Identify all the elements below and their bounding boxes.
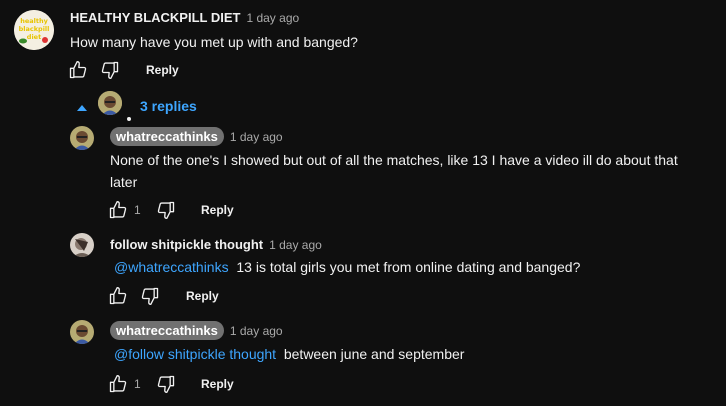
- person-avatar-icon: [70, 126, 94, 150]
- like-button[interactable]: [68, 60, 88, 80]
- avatar[interactable]: healthy blackpill diet: [14, 10, 54, 50]
- comment-text-body: 13 is total girls you met from online da…: [236, 259, 581, 275]
- avatar[interactable]: [70, 126, 94, 150]
- thumbs-down-icon: [157, 375, 175, 393]
- creator-author-badge[interactable]: whatreccathinks: [110, 127, 224, 146]
- thumbs-down-icon: [141, 287, 159, 305]
- person-avatar-icon: [70, 233, 94, 257]
- creator-author-badge[interactable]: whatreccathinks: [110, 321, 224, 340]
- person-avatar-icon: [98, 91, 122, 115]
- thumbs-up-icon: [109, 201, 127, 219]
- dislike-button[interactable]: [156, 374, 176, 394]
- dislike-button[interactable]: [140, 286, 160, 306]
- mention-link[interactable]: @follow shitpickle thought: [114, 346, 276, 362]
- reply-button[interactable]: Reply: [201, 203, 234, 217]
- reply-button[interactable]: Reply: [186, 289, 219, 303]
- comment-header: whatreccathinks 1 day ago: [110, 127, 283, 146]
- mention-link[interactable]: @whatreccathinks: [114, 259, 229, 275]
- svg-text:diet: diet: [27, 33, 41, 41]
- thumbs-down-icon: [101, 61, 119, 80]
- thumbs-up-icon: [109, 287, 127, 305]
- comment-text-body: between june and september: [283, 346, 465, 362]
- comment-text: None of the one's I showed but out of al…: [110, 149, 710, 193]
- like-button[interactable]: [108, 374, 128, 394]
- comment-text: @follow shitpickle thought between june …: [114, 343, 464, 365]
- person-avatar-icon: [70, 320, 94, 344]
- reply-button[interactable]: Reply: [201, 377, 234, 391]
- avatar[interactable]: [70, 320, 94, 344]
- like-count: 1: [134, 377, 141, 391]
- dislike-button[interactable]: [156, 200, 176, 220]
- thumbs-up-icon: [109, 375, 127, 393]
- caret-up-icon: [77, 105, 87, 111]
- thumbs-down-icon: [157, 201, 175, 219]
- dislike-button[interactable]: [100, 60, 120, 80]
- comment-header: whatreccathinks 1 day ago: [110, 321, 283, 340]
- svg-text:healthy: healthy: [20, 17, 48, 25]
- collapse-replies-button[interactable]: [76, 100, 88, 118]
- avatar[interactable]: [70, 233, 94, 257]
- svg-text:blackpill: blackpill: [19, 25, 50, 33]
- timestamp[interactable]: 1 day ago: [246, 11, 299, 25]
- timestamp[interactable]: 1 day ago: [230, 324, 283, 338]
- comment-text-line: later: [110, 174, 138, 190]
- thumbs-up-icon: [69, 61, 87, 79]
- comment-header: follow shitpickle thought 1 day ago: [110, 236, 322, 254]
- author-name[interactable]: follow shitpickle thought: [110, 237, 263, 252]
- comment-text: How many have you met up with and banged…: [70, 34, 358, 50]
- comment-header: HEALTHY BLACKPILL DIET 1 day ago: [70, 9, 299, 27]
- timestamp[interactable]: 1 day ago: [269, 238, 322, 252]
- reply-button[interactable]: Reply: [146, 63, 179, 77]
- channel-logo-icon: healthy blackpill diet: [14, 10, 54, 50]
- comment-text: @whatreccathinks 13 is total girls you m…: [114, 256, 580, 278]
- replies-count[interactable]: 3 replies: [140, 98, 197, 114]
- like-button[interactable]: [108, 200, 128, 220]
- like-count: 1: [134, 203, 141, 217]
- like-button[interactable]: [108, 286, 128, 306]
- timestamp[interactable]: 1 day ago: [230, 130, 283, 144]
- creator-avatar: [98, 91, 122, 115]
- author-name[interactable]: HEALTHY BLACKPILL DIET: [70, 10, 240, 25]
- comment-text-line: None of the one's I showed but out of al…: [110, 152, 678, 168]
- creator-heart-dot: [127, 117, 131, 121]
